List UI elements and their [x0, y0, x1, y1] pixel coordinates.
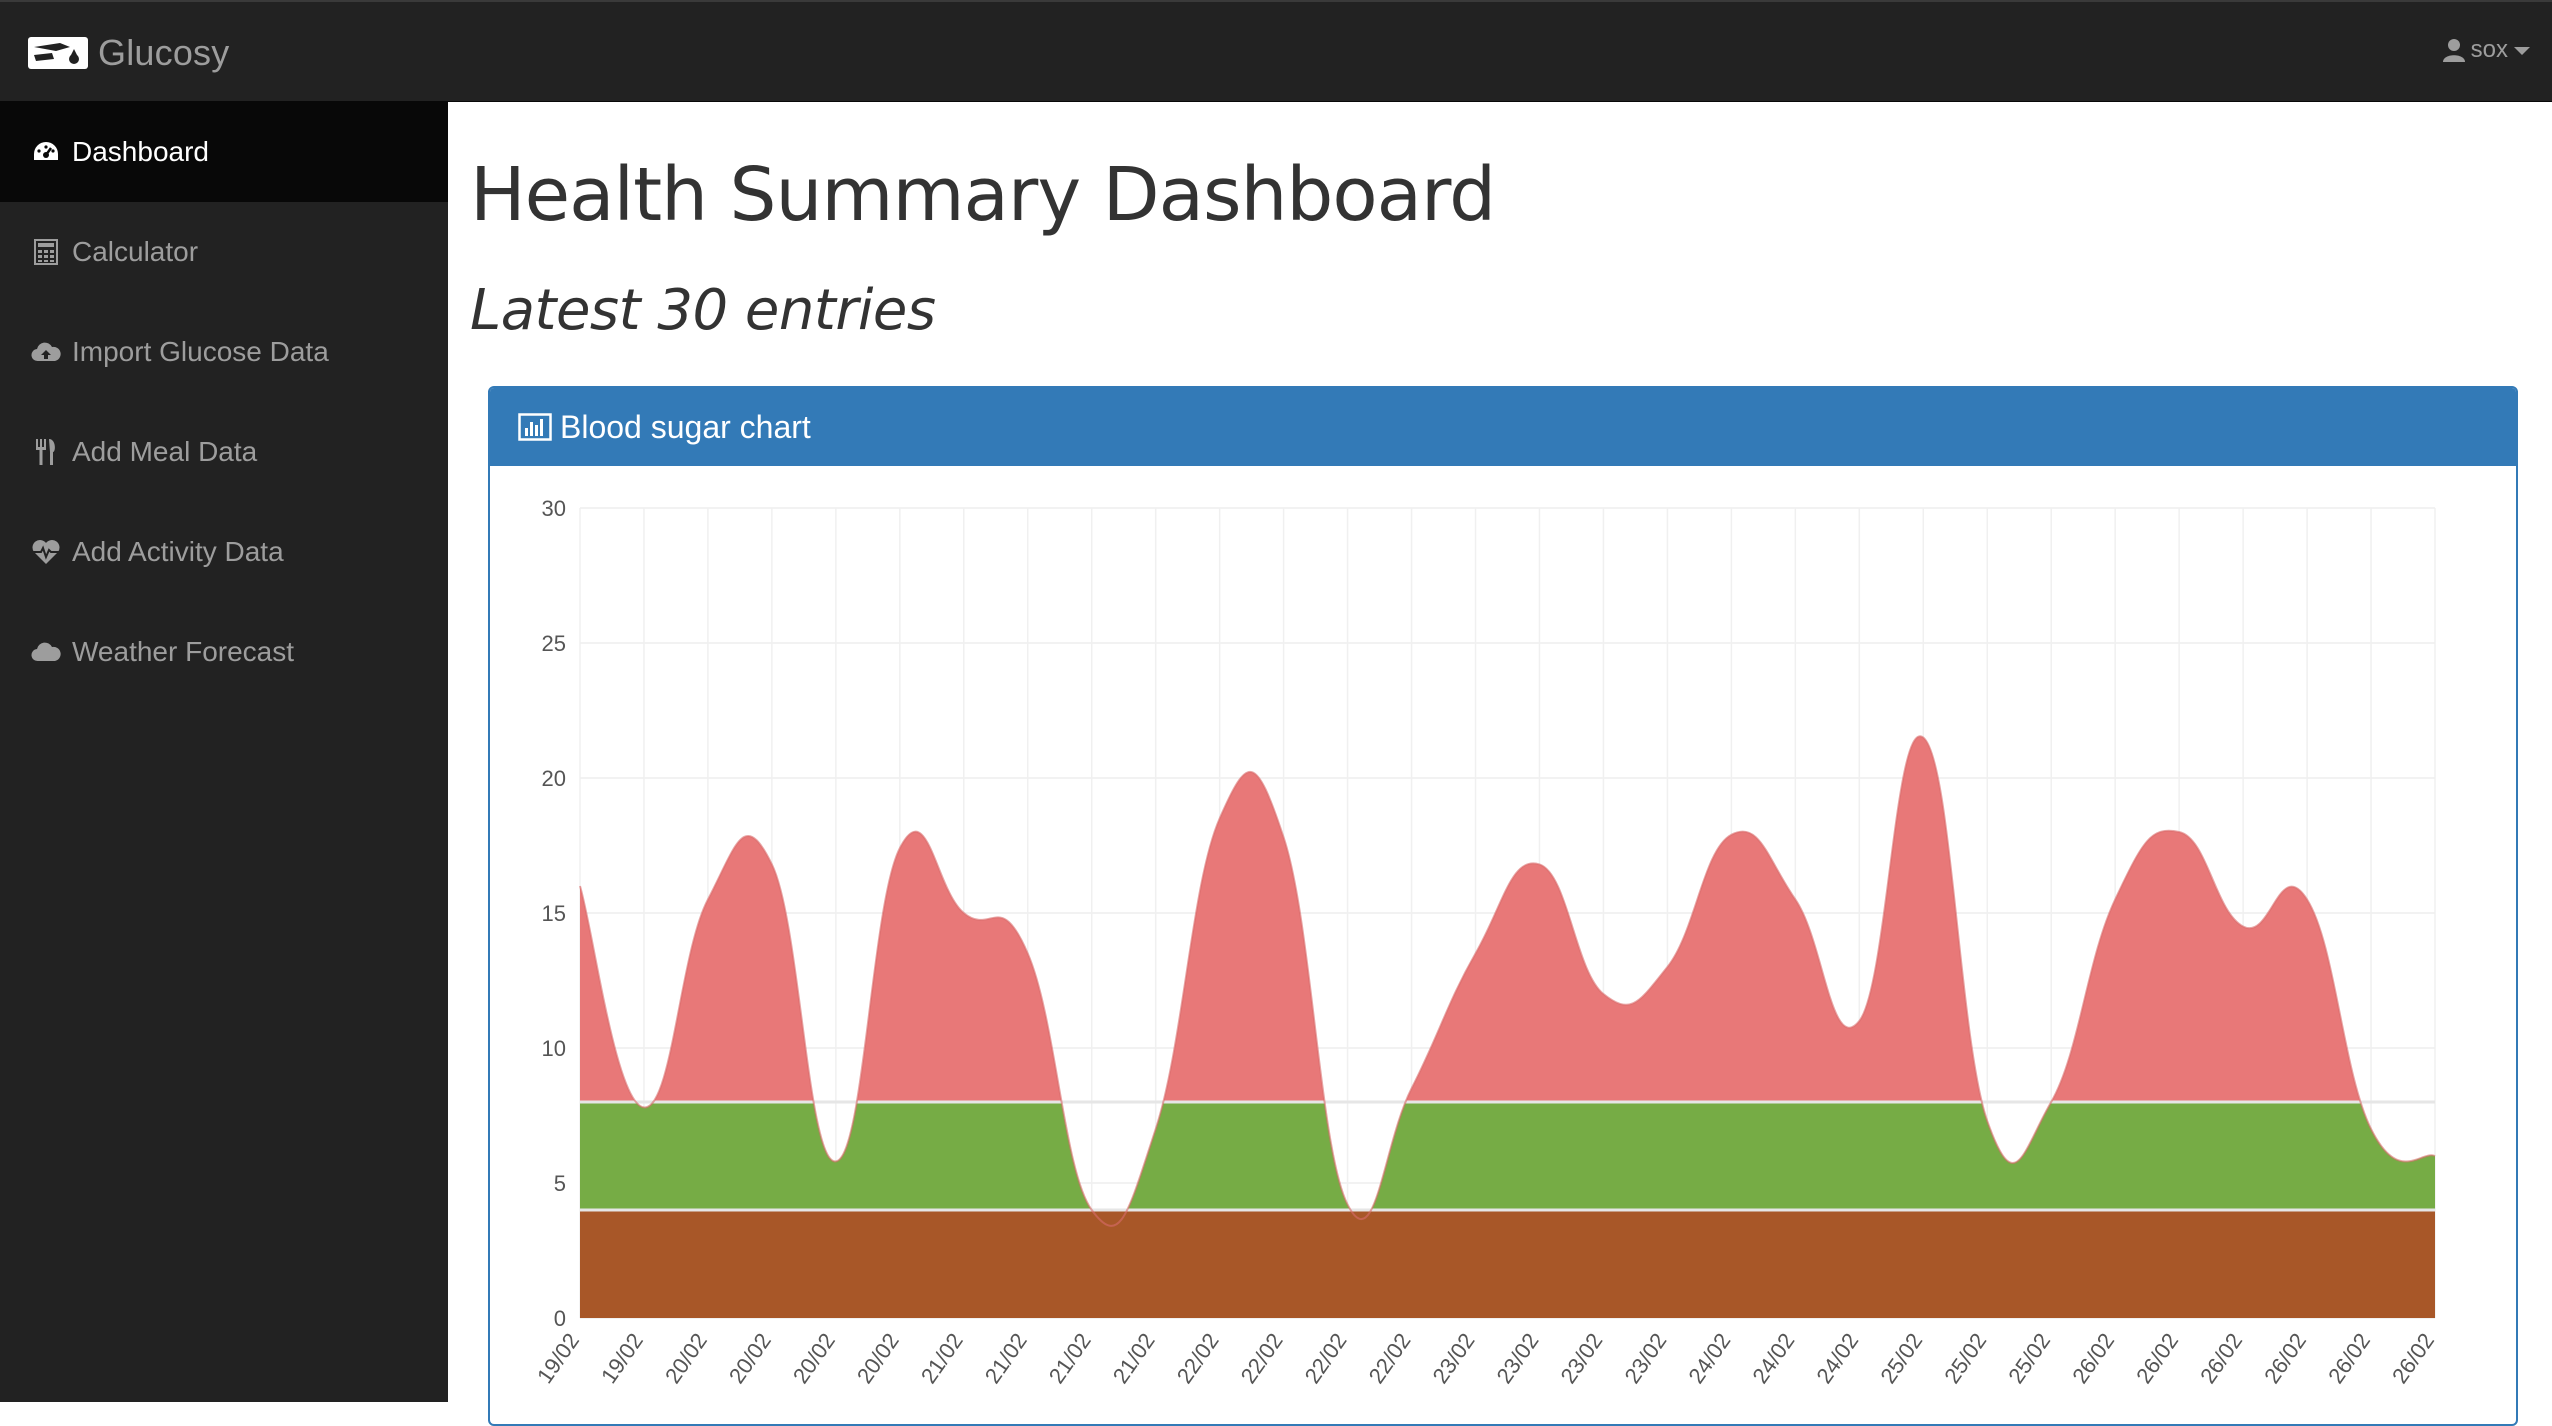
- cloud-upload-icon: [30, 336, 62, 368]
- y-tick-label: 30: [542, 496, 566, 521]
- sidebar-item-add-activity-data[interactable]: Add Activity Data: [0, 502, 448, 602]
- y-tick-label: 5: [554, 1171, 566, 1196]
- cutlery-icon: [30, 436, 62, 468]
- sidebar-item-import-glucose-data[interactable]: Import Glucose Data: [0, 302, 448, 402]
- x-tick-label: 26/02: [2259, 1329, 2311, 1388]
- top-navbar: Glucosy sox: [0, 0, 2552, 102]
- y-tick-label: 25: [542, 631, 566, 656]
- sidebar-item-label: Import Glucose Data: [72, 336, 329, 367]
- x-tick-label: 26/02: [2195, 1329, 2247, 1388]
- caret-down-icon: [2514, 47, 2530, 55]
- user-menu-dropdown[interactable]: sox: [2442, 36, 2530, 64]
- page-subtitle: Latest 30 entries: [470, 278, 936, 343]
- x-tick-label: 24/02: [1683, 1329, 1735, 1388]
- x-tick-label: 20/02: [852, 1329, 904, 1388]
- brand-link[interactable]: Glucosy: [26, 28, 229, 78]
- sidebar-item-label: Dashboard: [72, 136, 209, 167]
- x-tick-label: 21/02: [916, 1329, 968, 1388]
- x-tick-label: 25/02: [1875, 1329, 1927, 1388]
- x-tick-label: 22/02: [1300, 1329, 1352, 1388]
- bar-chart-icon: [518, 413, 552, 441]
- sidebar-item-label: Calculator: [72, 236, 199, 267]
- x-tick-label: 26/02: [2067, 1329, 2119, 1388]
- x-tick-label: 24/02: [1811, 1329, 1863, 1388]
- x-tick-label: 19/02: [596, 1329, 648, 1388]
- band-low: [580, 1210, 2435, 1318]
- sidebar-item-add-meal-data[interactable]: Add Meal Data: [0, 402, 448, 502]
- x-tick-label: 23/02: [1492, 1329, 1544, 1388]
- main-content: Health Summary Dashboard Latest 30 entri…: [448, 102, 2552, 1426]
- sidebar-item-dashboard[interactable]: Dashboard: [0, 102, 448, 202]
- sidebar-item-label: Add Activity Data: [72, 536, 284, 567]
- x-tick-label: 22/02: [1172, 1329, 1224, 1388]
- x-tick-label: 19/02: [532, 1329, 584, 1388]
- x-tick-label: 21/02: [1108, 1329, 1160, 1388]
- x-tick-label: 20/02: [660, 1329, 712, 1388]
- calculator-icon: [30, 236, 62, 268]
- y-tick-label: 0: [554, 1306, 566, 1331]
- x-tick-label: 25/02: [1939, 1329, 1991, 1388]
- panel-heading: Blood sugar chart: [490, 388, 2516, 466]
- sidebar-item-calculator[interactable]: Calculator: [0, 202, 448, 302]
- x-tick-label: 24/02: [1747, 1329, 1799, 1388]
- blood-sugar-chart-panel: Blood sugar chart 0 5 10 15 20 25 30 19/02 19/02…: [488, 386, 2518, 1426]
- panel-title: Blood sugar chart: [560, 408, 811, 445]
- x-tick-label: 21/02: [1044, 1329, 1096, 1388]
- sidebar-item-weather-forecast[interactable]: Weather Forecast: [0, 602, 448, 702]
- x-tick-label: 26/02: [2387, 1329, 2439, 1388]
- x-tick-label: 23/02: [1555, 1329, 1607, 1388]
- x-tick-label: 20/02: [724, 1329, 776, 1388]
- x-tick-label: 20/02: [788, 1329, 840, 1388]
- user-icon: [2442, 39, 2465, 62]
- x-tick-label: 25/02: [2003, 1329, 2055, 1388]
- dashboard-icon: [30, 136, 62, 168]
- x-tick-label: 26/02: [2131, 1329, 2183, 1388]
- sidebar: Dashboard Calculator Import Glucose Data…: [0, 102, 448, 1402]
- y-tick-label: 15: [542, 901, 566, 926]
- username: sox: [2470, 36, 2508, 63]
- cloud-icon: [30, 636, 62, 668]
- x-tick-label: 21/02: [980, 1329, 1032, 1388]
- sidebar-item-label: Add Meal Data: [72, 436, 258, 467]
- glucosy-logo-icon: [28, 37, 88, 69]
- y-tick-label: 10: [542, 1036, 566, 1061]
- x-tick-label: 22/02: [1364, 1329, 1416, 1388]
- x-tick-label: 23/02: [1428, 1329, 1480, 1388]
- y-tick-label: 20: [542, 766, 566, 791]
- page-title: Health Summary Dashboard: [470, 152, 1496, 238]
- x-tick-label: 26/02: [2323, 1329, 2375, 1388]
- sidebar-item-label: Weather Forecast: [72, 636, 295, 667]
- x-tick-label: 23/02: [1619, 1329, 1671, 1388]
- brand-name: Glucosy: [98, 32, 230, 73]
- blood-sugar-chart: 05101520253019/02 19/02 20/02 20/02 20/02 20/…: [532, 496, 2439, 1388]
- x-tick-label: 22/02: [1236, 1329, 1288, 1388]
- heartbeat-icon: [30, 536, 62, 568]
